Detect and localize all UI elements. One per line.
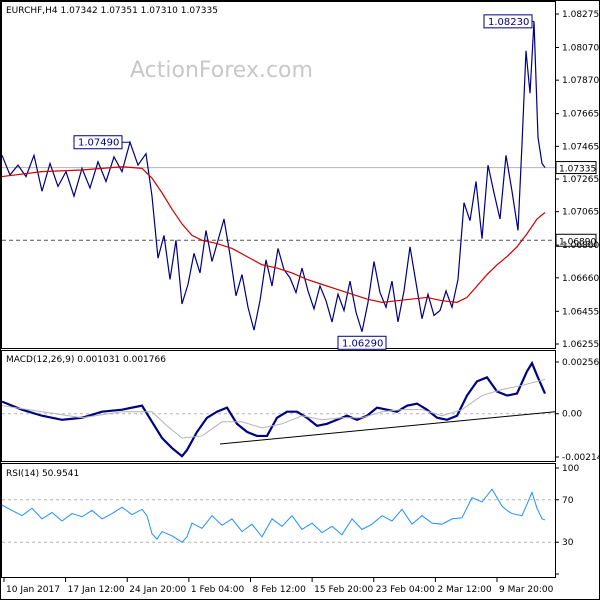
macd-panel-title: MACD(12,26,9) 0.001031 0.001766 <box>6 355 166 365</box>
price-y-tick-label: 1.06860 <box>562 241 599 251</box>
price-y-tick-label: 1.06660 <box>562 274 599 284</box>
annotation-label: 1.08230 <box>488 17 529 28</box>
price-reference-label: 1.07335 <box>559 165 596 175</box>
x-tick-label: 10 Jan 2017 <box>6 585 60 595</box>
macd-y-tick-label: 0.00 <box>562 410 582 420</box>
price-panel-title: EURCHF,H4 1.07342 1.07351 1.07310 1.0733… <box>6 6 218 16</box>
rsi-y-tick-label: 30 <box>562 538 574 548</box>
annotation-label: 1.06290 <box>342 338 383 349</box>
watermark: ActionForex.com <box>130 58 313 83</box>
macd-y-tick-label: 0.00256 <box>562 358 599 368</box>
x-tick-label: 8 Feb 12:00 <box>253 585 307 595</box>
price-y-tick-label: 1.07265 <box>562 175 599 185</box>
price-y-tick-label: 1.06455 <box>562 307 599 317</box>
rsi-panel-title: RSI(14) 50.9541 <box>6 469 79 479</box>
price-y-tick-label: 1.08275 <box>562 10 599 20</box>
price-y-tick-label: 1.07065 <box>562 208 599 218</box>
price-y-tick-label: 1.08070 <box>562 43 599 53</box>
x-tick-label: 2 Mar 12:00 <box>437 585 492 595</box>
rsi-y-tick-label: 100 <box>562 464 579 474</box>
chart-root: ActionForex.com EURCHF,H4 1.07342 1.0735… <box>0 0 600 600</box>
rsi-y-tick-label: 70 <box>562 496 574 506</box>
chart-frame <box>0 0 600 600</box>
x-tick-label: 9 Mar 20:00 <box>499 585 554 595</box>
price-y-tick-label: 1.07665 <box>562 110 599 120</box>
macd-y-tick-label: -0.002142 <box>562 453 600 463</box>
x-tick-label: 1 Feb 04:00 <box>191 585 245 595</box>
chart-svg: ActionForex.com EURCHF,H4 1.07342 1.0735… <box>0 0 600 600</box>
price-y-tick-label: 1.07870 <box>562 76 599 86</box>
x-tick-label: 24 Jan 20:00 <box>129 585 186 595</box>
x-tick-label: 15 Feb 20:00 <box>314 585 373 595</box>
price-y-tick-label: 1.07465 <box>562 142 599 152</box>
price-y-tick-label: 1.06255 <box>562 340 599 350</box>
x-tick-label: 23 Feb 04:00 <box>376 585 435 595</box>
annotation-label: 1.07490 <box>78 138 119 149</box>
x-tick-label: 17 Jan 12:00 <box>68 585 125 595</box>
